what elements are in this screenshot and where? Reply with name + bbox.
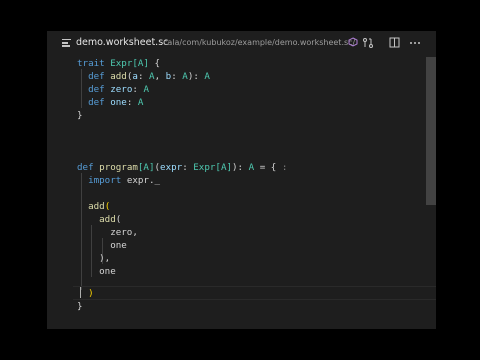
code-line: one xyxy=(99,266,116,277)
code-editor[interactable]: trait Expr[A] { def add(a: A, b: A): A d… xyxy=(47,57,436,329)
code-line: ), xyxy=(99,253,111,264)
editor-window: demo.worksheet.sc cala/com/kubukoz/examp… xyxy=(47,31,436,329)
code-line: trait Expr[A] { xyxy=(77,58,161,69)
more-actions-icon[interactable] xyxy=(409,37,421,49)
code-line: add( xyxy=(99,214,122,225)
code-line: zero, xyxy=(110,227,138,238)
code-line: def one: A xyxy=(88,97,144,108)
text-cursor xyxy=(80,287,81,298)
code-line: def program[A](expr: Expr[A]): A = { : xyxy=(77,162,288,173)
code-line: one xyxy=(110,240,127,251)
vertical-scrollbar[interactable] xyxy=(426,57,436,205)
tab-bar: demo.worksheet.sc cala/com/kubukoz/examp… xyxy=(47,31,436,57)
current-line-highlight xyxy=(73,286,436,300)
code-line: } xyxy=(77,110,83,121)
tab-filename[interactable]: demo.worksheet.sc xyxy=(76,37,168,48)
code-line: def zero: A xyxy=(88,84,149,95)
breadcrumb-path[interactable]: cala/com/kubukoz/example/demo.worksheet.… xyxy=(163,38,355,47)
inlay-hint: : xyxy=(276,162,288,173)
compare-changes-icon[interactable] xyxy=(362,37,374,49)
code-line: } xyxy=(77,301,83,312)
code-line: def add(a: A, b: A): A xyxy=(88,71,210,82)
code-line: import expr._ xyxy=(88,175,161,186)
list-icon xyxy=(62,39,71,48)
split-editor-icon[interactable] xyxy=(388,37,400,49)
cube-icon[interactable] xyxy=(347,37,359,49)
code-line: add( xyxy=(88,201,111,212)
